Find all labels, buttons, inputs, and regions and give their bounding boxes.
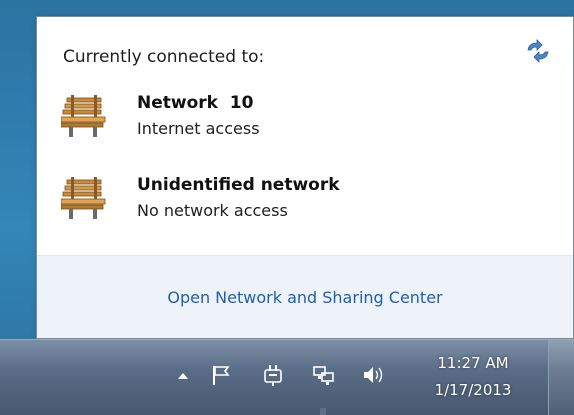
clock-time: 11:27 AM [437, 354, 509, 372]
flyout-footer: Open Network and Sharing Center [37, 255, 573, 338]
taskbar-clock[interactable]: 11:27 AM 1/17/2013 [408, 350, 538, 404]
desktop-background: Currently connected to: Network 10 Inter… [0, 0, 574, 415]
refresh-icon[interactable] [524, 37, 552, 65]
taskbar: 11:27 AM 1/17/2013 [0, 339, 574, 415]
network-bench-icon [60, 95, 107, 139]
network-name: Unidentified network [137, 175, 340, 195]
network-name: Network 10 [137, 93, 254, 113]
action-center-flag-icon[interactable] [208, 362, 234, 388]
flyout-title: Currently connected to: [63, 47, 265, 67]
network-bench-icon [60, 177, 107, 221]
clock-date: 1/17/2013 [434, 381, 512, 399]
network-item-unidentified[interactable]: Unidentified network No network access [60, 175, 541, 231]
power-plug-icon[interactable] [260, 362, 286, 388]
network-status: No network access [137, 201, 288, 220]
network-icon[interactable] [311, 362, 337, 388]
network-item-network-10[interactable]: Network 10 Internet access [60, 93, 541, 149]
show-desktop-button[interactable] [548, 340, 574, 415]
show-hidden-icons-arrow-icon[interactable] [170, 362, 196, 388]
network-status: Internet access [137, 119, 260, 138]
open-network-sharing-center-link[interactable]: Open Network and Sharing Center [37, 288, 573, 307]
volume-icon[interactable] [360, 362, 386, 388]
network-flyout: Currently connected to: Network 10 Inter… [36, 16, 574, 339]
